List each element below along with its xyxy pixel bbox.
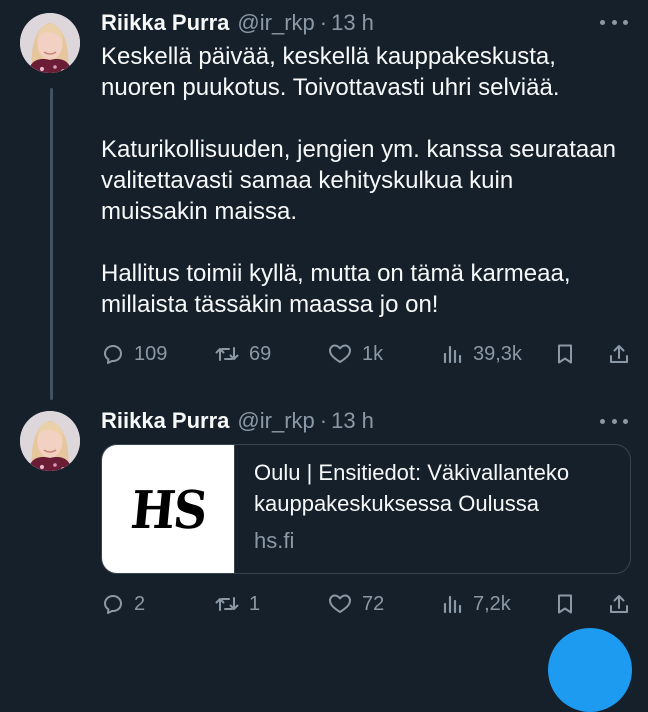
tweet-actions: 109 69 1k 39,3k [101,338,633,370]
like-icon [329,594,351,613]
views-icon [443,345,462,364]
share-icon [610,345,628,363]
separator-dot: · [319,10,328,35]
repost-button[interactable]: 1 [214,588,260,620]
hs-logo: HS [127,479,209,541]
views-count: 7,2k [473,592,511,615]
avatar-image [20,13,80,73]
repost-count: 69 [249,342,272,365]
avatar[interactable] [20,13,80,73]
like-icon [329,344,351,363]
reply-count: 109 [134,342,168,365]
tweet-paragraph: Katurikollisuuden, jengien ym. kanssa se… [101,136,616,225]
share-button[interactable] [607,338,631,370]
link-card-text: Oulu | Ensitiedot: Väkivallanteko kauppa… [254,457,624,555]
tweet-paragraph: Hallitus toimii kyllä, mutta on tämä kar… [101,260,571,318]
tweet-header: Riikka Purra @ir_rkp · 13 h [101,407,374,435]
views-icon [443,595,462,614]
tweet-actions: 2 1 72 7,2k [101,588,633,620]
tweet-text: Keskellä päivää, keskellä kauppakeskusta… [101,41,621,320]
link-thumbnail: HS [102,445,235,573]
tweet-time[interactable]: 13 h [331,407,374,435]
author-name[interactable]: Riikka Purra [101,407,229,435]
link-card[interactable]: HS Oulu | Ensitiedot: Väkivallanteko kau… [101,444,631,574]
reply-icon [104,595,122,614]
tweet-paragraph: Keskellä päivää, keskellä kauppakeskusta… [101,43,560,101]
repost-icon [215,597,239,611]
like-count: 1k [362,342,384,365]
repost-count: 1 [249,592,261,615]
tweet-time[interactable]: 13 h [331,9,374,37]
link-domain: hs.fi [254,528,295,553]
more-icon[interactable] [600,12,628,32]
tweet-header: Riikka Purra @ir_rkp · 13 h [101,9,374,37]
bookmark-icon [558,344,572,364]
more-icon[interactable] [600,411,628,431]
like-button[interactable]: 72 [327,588,384,620]
tweet-2[interactable]: Riikka Purra @ir_rkp · 13 h HS Oulu | En… [0,400,648,651]
like-count: 72 [362,592,385,615]
avatar-image [20,411,80,471]
author-handle[interactable]: @ir_rkp [237,407,314,435]
compose-button[interactable] [548,628,632,712]
author-name[interactable]: Riikka Purra [101,9,229,37]
reply-count: 2 [134,592,146,615]
views-button[interactable]: 7,2k [440,588,511,620]
avatar[interactable] [20,411,80,471]
repost-icon [215,347,239,361]
author-handle[interactable]: @ir_rkp [237,9,314,37]
reply-button[interactable]: 2 [101,588,145,620]
separator-dot: · [319,408,328,433]
reply-icon [104,345,122,364]
views-button[interactable]: 39,3k [440,338,522,370]
share-icon [610,595,628,613]
like-button[interactable]: 1k [327,338,383,370]
tweet-1[interactable]: Riikka Purra @ir_rkp · 13 h Keskellä päi… [0,0,648,400]
bookmark-button[interactable] [553,338,577,370]
views-count: 39,3k [473,342,522,365]
link-title: Oulu | Ensitiedot: Väkivallanteko kauppa… [254,460,570,516]
repost-button[interactable]: 69 [214,338,271,370]
reply-button[interactable]: 109 [101,338,167,370]
share-button[interactable] [607,588,631,620]
bookmark-icon [558,594,572,614]
bookmark-button[interactable] [553,588,577,620]
